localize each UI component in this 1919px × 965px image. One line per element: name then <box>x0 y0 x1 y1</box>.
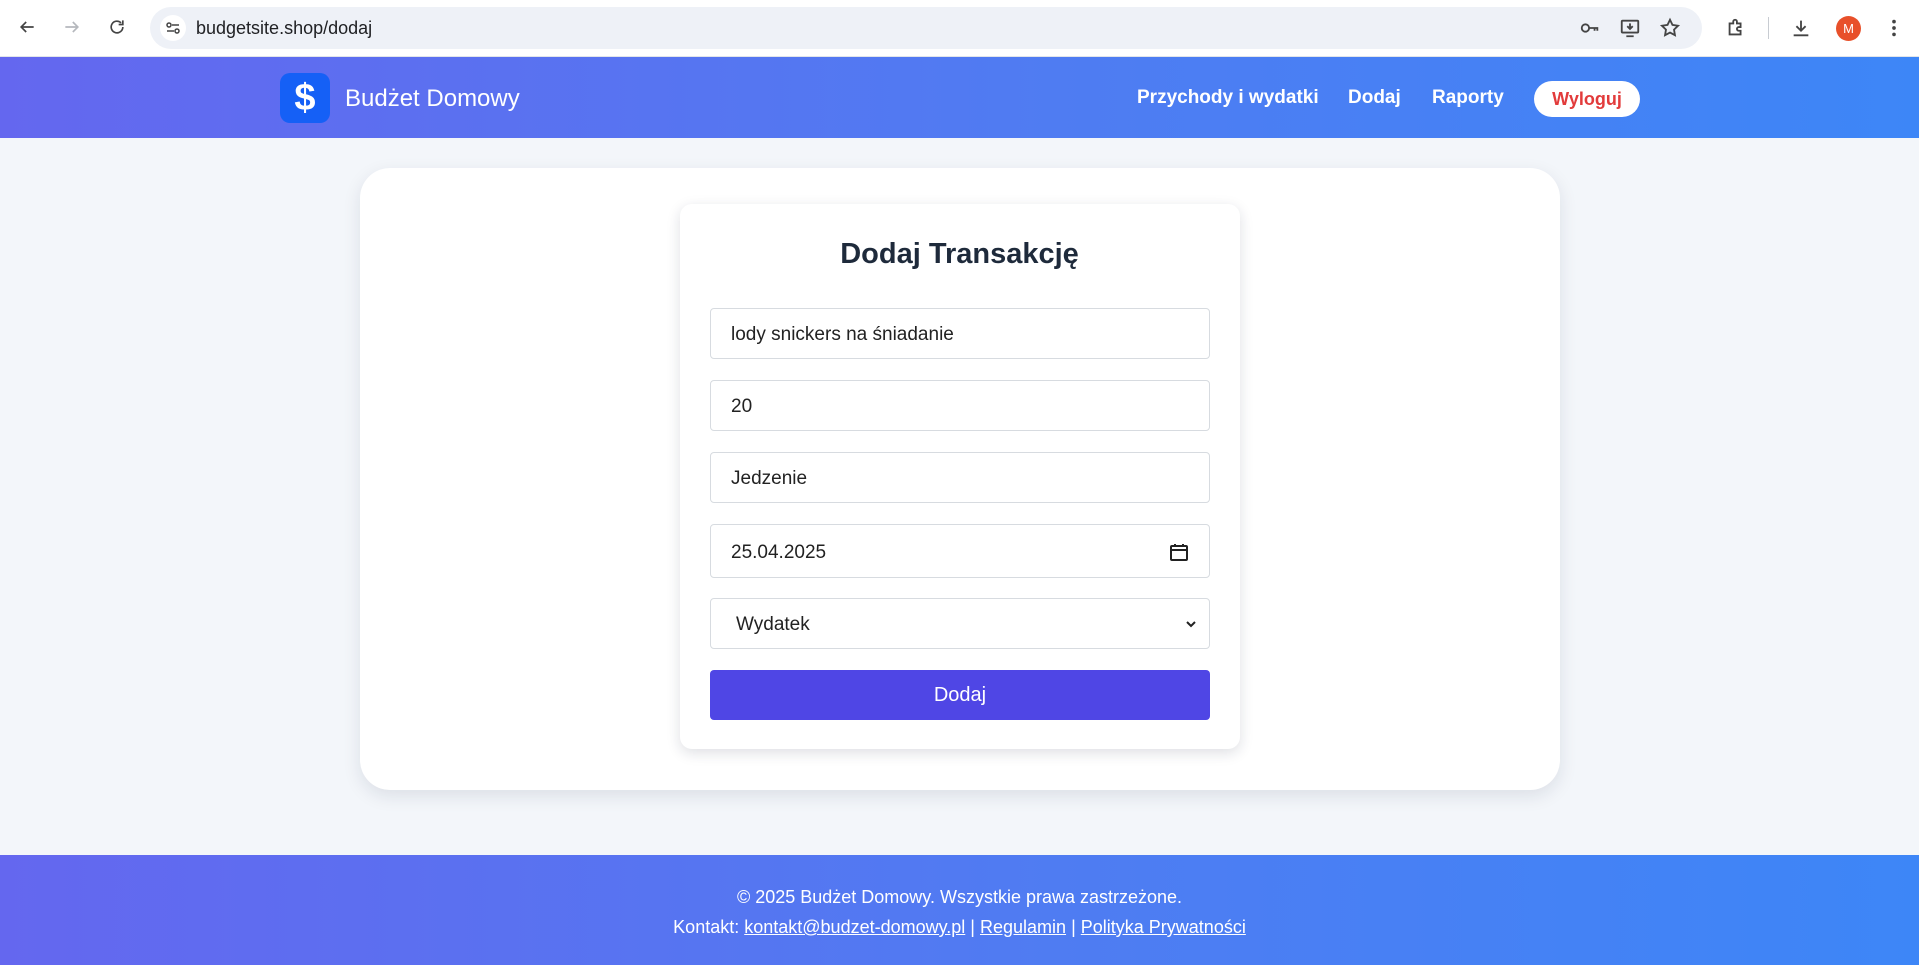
address-bar[interactable]: budgetsite.shop/dodaj <box>150 7 1702 49</box>
toolbar-divider <box>1768 17 1769 39</box>
arrow-left-icon <box>19 21 34 33</box>
url-text[interactable]: budgetsite.shop/dodaj <box>196 18 372 39</box>
arrow-right-icon <box>65 21 80 33</box>
footer-separator: | <box>970 917 975 937</box>
calendar-icon[interactable] <box>1169 542 1189 562</box>
form-title: Dodaj Transakcję <box>840 238 1079 270</box>
site-footer: © 2025 Budżet Domowy. Wszystkie prawa za… <box>0 855 1919 965</box>
amount-input[interactable]: 20 <box>710 380 1210 431</box>
category-input[interactable]: Jedzenie <box>710 452 1210 503</box>
description-value: lody snickers na śniadanie <box>731 324 954 345</box>
type-selected-value: Wydatek <box>736 614 810 635</box>
type-select[interactable]: Wydatek <box>710 598 1210 649</box>
terms-link[interactable]: Regulamin <box>980 917 1066 937</box>
reload-button[interactable] <box>102 12 132 42</box>
site-info-icon[interactable] <box>160 15 186 41</box>
privacy-policy-link[interactable]: Polityka Prywatności <box>1081 917 1246 937</box>
contact-email-link[interactable]: kontakt@budzet-domowy.pl <box>744 917 965 937</box>
star-icon[interactable] <box>1658 16 1682 40</box>
key-icon[interactable] <box>1578 16 1602 40</box>
amount-value: 20 <box>731 396 753 417</box>
extensions-icon[interactable] <box>1722 14 1750 42</box>
reload-icon <box>110 20 124 34</box>
brand-name[interactable]: Budżet Domowy <box>345 85 520 113</box>
download-icon[interactable] <box>1787 14 1815 42</box>
profile-avatar[interactable]: M <box>1836 16 1861 41</box>
dollar-logo-icon[interactable]: $ <box>280 73 330 123</box>
copyright-text: © 2025 Budżet Domowy. Wszystkie prawa za… <box>736 887 1183 907</box>
description-input[interactable]: lody snickers na śniadanie <box>710 308 1210 359</box>
forward-button[interactable] <box>57 12 87 42</box>
chevron-down-icon <box>1186 621 1196 628</box>
category-value: Jedzenie <box>731 468 808 489</box>
nav-link-add[interactable]: Dodaj <box>1348 87 1401 109</box>
nav-link-transactions[interactable]: Przychody i wydatki <box>1137 87 1319 109</box>
site-header: $ Budżet Domowy Przychody i wydatki Doda… <box>0 57 1919 138</box>
footer-links: Kontakt: kontakt@budzet-domowy.pl | Regu… <box>0 917 1919 938</box>
date-value: 25.04.2025 <box>731 542 827 563</box>
more-menu-icon[interactable] <box>1880 14 1908 42</box>
nav-link-reports[interactable]: Raporty <box>1432 87 1504 109</box>
install-app-icon[interactable] <box>1618 16 1642 40</box>
footer-separator: | <box>1071 917 1076 937</box>
back-button[interactable] <box>12 12 42 42</box>
submit-button[interactable]: Dodaj <box>710 670 1210 720</box>
contact-label: Kontakt: <box>673 917 740 937</box>
logout-button[interactable]: Wyloguj <box>1534 81 1640 117</box>
date-input[interactable]: 25.04.2025 <box>710 524 1210 578</box>
browser-toolbar: budgetsite.shop/dodaj M <box>0 0 1919 57</box>
